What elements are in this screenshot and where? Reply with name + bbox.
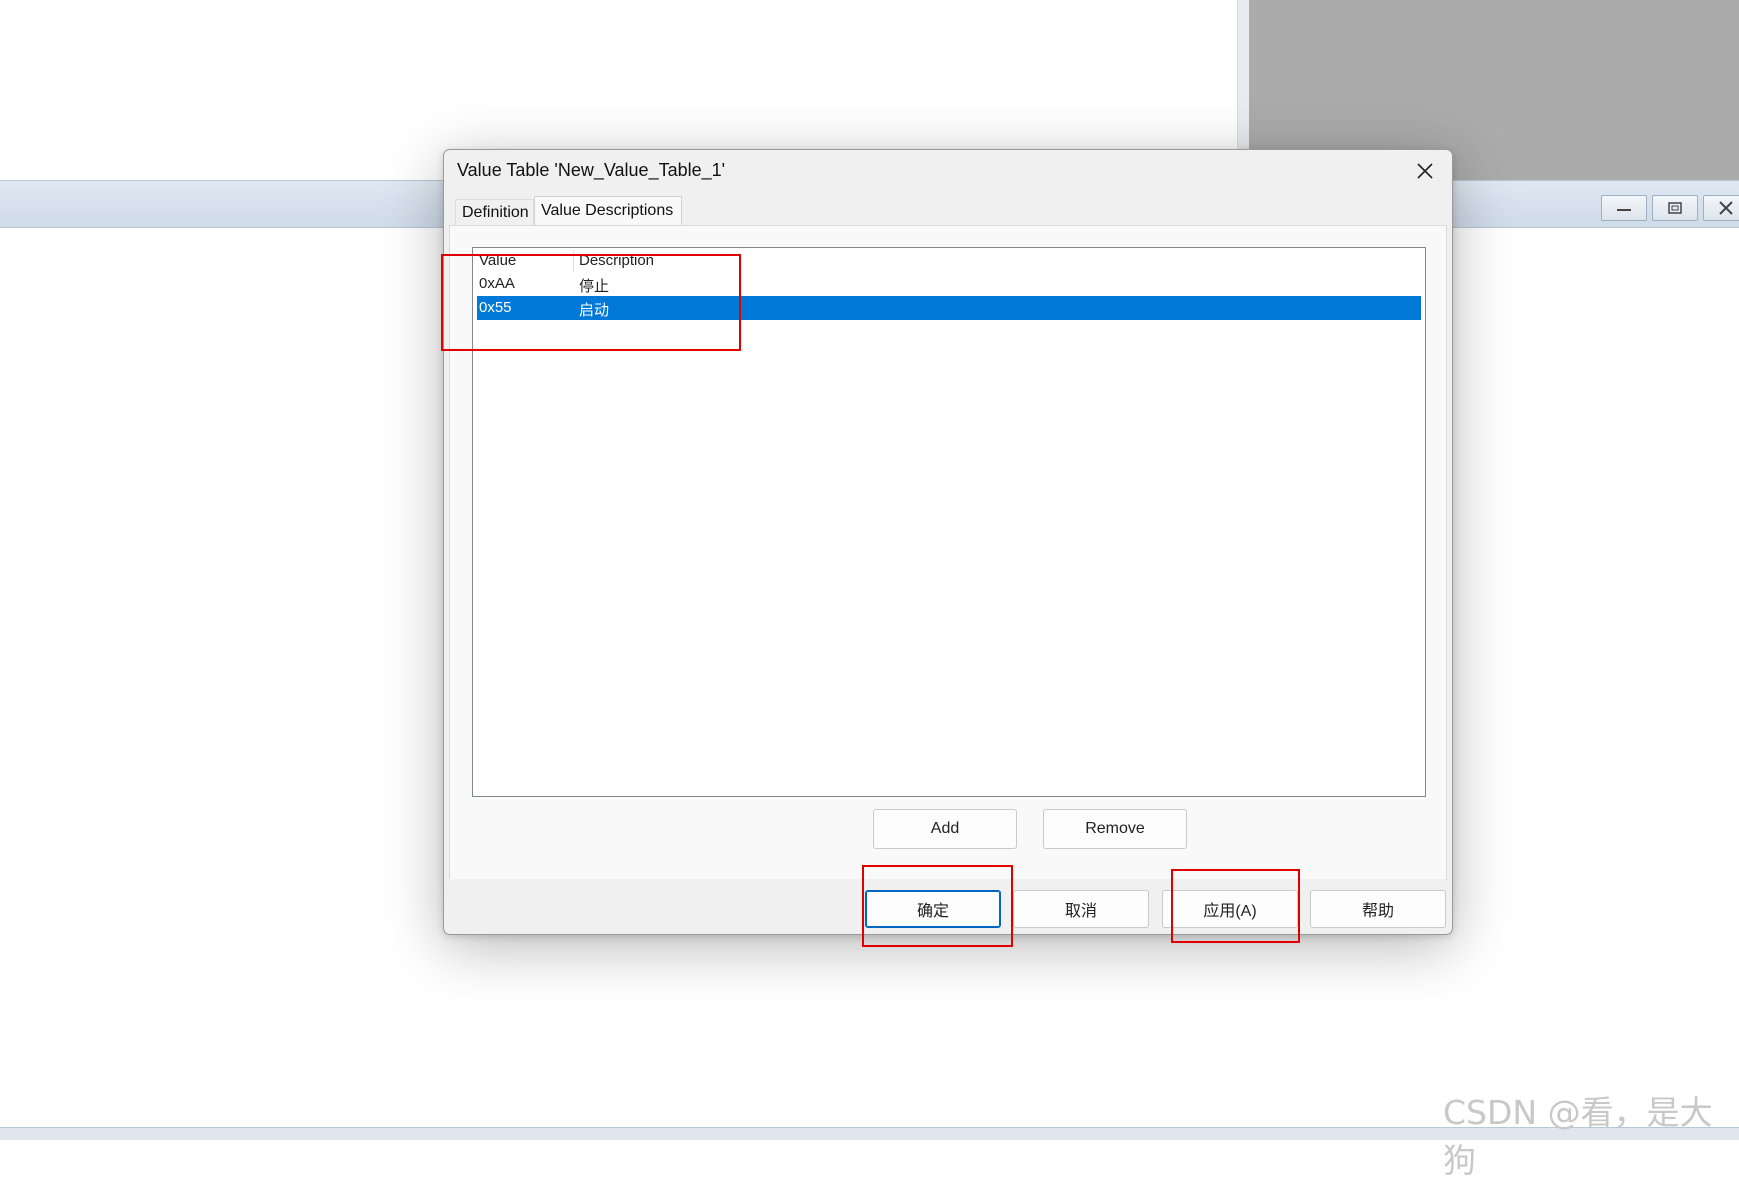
annotation-box-list xyxy=(441,254,741,351)
tab-value-descriptions[interactable]: Value Descriptions xyxy=(534,196,682,226)
close-icon[interactable] xyxy=(1408,158,1442,184)
remove-button[interactable]: Remove xyxy=(1043,809,1187,849)
tab-definition[interactable]: Definition xyxy=(455,199,534,225)
close-icon[interactable] xyxy=(1703,195,1739,221)
watermark: CSDN @看，是大狗 xyxy=(1443,1093,1713,1180)
remove-button-label: Remove xyxy=(1085,820,1145,837)
help-button[interactable]: 帮助 xyxy=(1310,890,1446,928)
add-button[interactable]: Add xyxy=(873,809,1017,849)
dialog-title: Value Table 'New_Value_Table_1' xyxy=(457,160,726,180)
minimize-icon[interactable] xyxy=(1601,195,1647,221)
restore-icon[interactable] xyxy=(1652,195,1698,221)
cancel-button[interactable]: 取消 xyxy=(1013,890,1149,928)
annotation-box-apply xyxy=(1171,869,1300,943)
annotation-box-ok xyxy=(862,865,1013,947)
add-button-label: Add xyxy=(930,820,960,837)
